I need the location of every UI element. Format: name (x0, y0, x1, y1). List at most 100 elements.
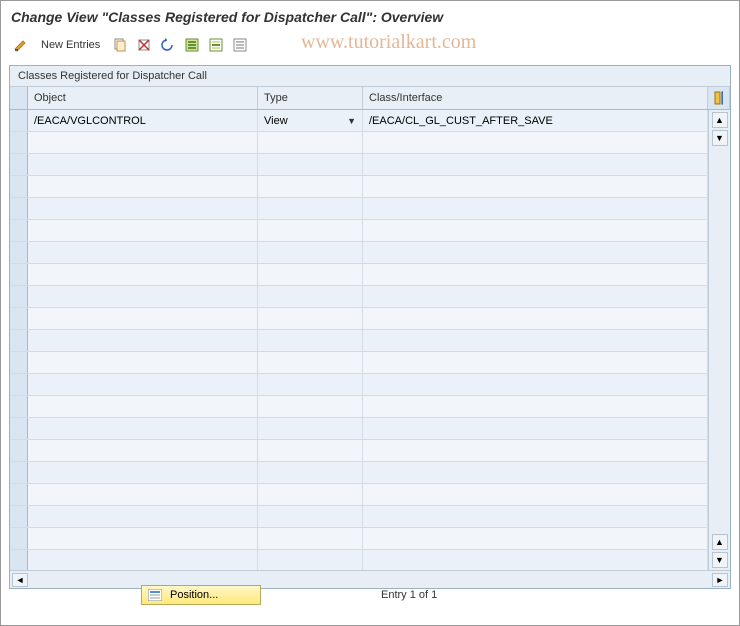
row-selector[interactable] (10, 154, 28, 175)
table-row[interactable] (10, 308, 708, 330)
toggle-edit-icon[interactable] (11, 35, 31, 55)
table-row[interactable] (10, 418, 708, 440)
row-selector[interactable] (10, 528, 28, 549)
dropdown-caret-icon[interactable]: ▼ (347, 116, 356, 126)
table-row[interactable] (10, 550, 708, 570)
column-class-interface[interactable]: Class/Interface (363, 87, 708, 109)
column-object[interactable]: Object (28, 87, 258, 109)
vertical-scrollbar[interactable]: ▲ ▼ ▲ ▼ (708, 110, 730, 570)
position-button[interactable]: Position... (141, 585, 261, 605)
cell-class-interface[interactable] (363, 440, 708, 461)
cell-class-interface[interactable] (363, 484, 708, 505)
table-row[interactable] (10, 440, 708, 462)
row-selector[interactable] (10, 418, 28, 439)
table-row[interactable] (10, 132, 708, 154)
cell-class-interface[interactable] (363, 374, 708, 395)
cell-class-interface[interactable] (363, 176, 708, 197)
cell-type[interactable] (258, 440, 363, 461)
select-all-icon[interactable] (182, 35, 202, 55)
cell-type[interactable] (258, 154, 363, 175)
table-row[interactable] (10, 352, 708, 374)
cell-object[interactable] (28, 286, 258, 307)
cell-class-interface[interactable] (363, 418, 708, 439)
cell-object[interactable] (28, 550, 258, 570)
row-selector[interactable] (10, 242, 28, 263)
cell-class-interface[interactable] (363, 330, 708, 351)
cell-object[interactable] (28, 484, 258, 505)
new-entries-button[interactable]: New Entries (35, 37, 106, 53)
cell-object[interactable] (28, 418, 258, 439)
cell-object[interactable] (28, 154, 258, 175)
cell-class-interface[interactable] (363, 462, 708, 483)
cell-type[interactable] (258, 308, 363, 329)
row-selector[interactable] (10, 550, 28, 570)
table-row[interactable] (10, 154, 708, 176)
cell-type[interactable]: View▼ (258, 110, 363, 131)
cell-object[interactable] (28, 198, 258, 219)
cell-type[interactable] (258, 550, 363, 570)
row-selector[interactable] (10, 440, 28, 461)
cell-object[interactable] (28, 264, 258, 285)
cell-type[interactable] (258, 462, 363, 483)
cell-class-interface[interactable] (363, 264, 708, 285)
column-type[interactable]: Type (258, 87, 363, 109)
cell-object[interactable]: /EACA/VGLCONTROL (28, 110, 258, 131)
cell-type[interactable] (258, 286, 363, 307)
cell-object[interactable] (28, 352, 258, 373)
undo-icon[interactable] (158, 35, 178, 55)
cell-object[interactable] (28, 528, 258, 549)
table-row[interactable] (10, 330, 708, 352)
cell-type[interactable] (258, 264, 363, 285)
cell-object[interactable] (28, 330, 258, 351)
cell-class-interface[interactable] (363, 352, 708, 373)
copy-icon[interactable] (110, 35, 130, 55)
cell-object[interactable] (28, 462, 258, 483)
cell-class-interface[interactable] (363, 132, 708, 153)
cell-class-interface[interactable] (363, 550, 708, 570)
cell-type[interactable] (258, 242, 363, 263)
cell-class-interface[interactable] (363, 396, 708, 417)
row-selector[interactable] (10, 484, 28, 505)
table-row[interactable] (10, 506, 708, 528)
table-row[interactable] (10, 396, 708, 418)
cell-object[interactable] (28, 242, 258, 263)
cell-object[interactable] (28, 176, 258, 197)
cell-type[interactable] (258, 506, 363, 527)
cell-type[interactable] (258, 330, 363, 351)
cell-type[interactable] (258, 220, 363, 241)
row-selector[interactable] (10, 198, 28, 219)
configure-columns-icon[interactable] (708, 87, 730, 109)
cell-object[interactable] (28, 440, 258, 461)
cell-type[interactable] (258, 352, 363, 373)
table-row[interactable]: /EACA/VGLCONTROLView▼/EACA/CL_GL_CUST_AF… (10, 110, 708, 132)
row-selector[interactable] (10, 330, 28, 351)
cell-type[interactable] (258, 176, 363, 197)
table-row[interactable] (10, 484, 708, 506)
cell-type[interactable] (258, 198, 363, 219)
column-selector[interactable] (10, 87, 28, 109)
cell-type[interactable] (258, 374, 363, 395)
scroll-up2-icon[interactable]: ▼ (712, 130, 728, 146)
cell-object[interactable] (28, 506, 258, 527)
scroll-up-icon[interactable]: ▲ (712, 112, 728, 128)
cell-object[interactable] (28, 308, 258, 329)
deselect-all-icon[interactable] (230, 35, 250, 55)
cell-object[interactable] (28, 374, 258, 395)
cell-object[interactable] (28, 132, 258, 153)
cell-class-interface[interactable] (363, 286, 708, 307)
row-selector[interactable] (10, 396, 28, 417)
table-row[interactable] (10, 220, 708, 242)
cell-class-interface[interactable] (363, 242, 708, 263)
table-row[interactable] (10, 462, 708, 484)
cell-class-interface[interactable] (363, 506, 708, 527)
row-selector[interactable] (10, 462, 28, 483)
cell-class-interface[interactable] (363, 528, 708, 549)
cell-type[interactable] (258, 528, 363, 549)
table-row[interactable] (10, 264, 708, 286)
cell-type[interactable] (258, 396, 363, 417)
table-row[interactable] (10, 176, 708, 198)
row-selector[interactable] (10, 176, 28, 197)
row-selector[interactable] (10, 506, 28, 527)
cell-type[interactable] (258, 418, 363, 439)
cell-type[interactable] (258, 132, 363, 153)
